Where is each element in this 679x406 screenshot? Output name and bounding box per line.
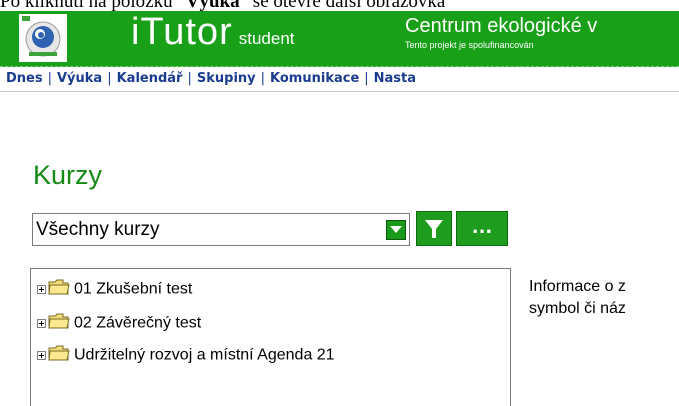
menu-separator: | — [364, 71, 369, 86]
course-select-value: Všechny kurzy — [36, 219, 160, 240]
eco-logo — [19, 14, 67, 62]
menu-item-kalendar[interactable]: Kalendář — [117, 71, 183, 86]
menu-item-komunikace[interactable]: Komunikace — [270, 71, 359, 86]
tree-item-label: 02 Závěrečný test — [74, 314, 202, 332]
menu-item-skupiny[interactable]: Skupiny — [197, 71, 256, 86]
tree-item-label: Udržitelný rozvoj a místní Agenda 21 — [74, 346, 335, 364]
page-title: Kurzy — [33, 160, 103, 190]
document-caption: Po kliknutí na položku “Výuka” se otevře… — [0, 0, 446, 12]
menu-item-dnes[interactable]: Dnes — [6, 71, 43, 86]
expand-icon[interactable] — [37, 285, 46, 294]
main-menu: Dnes | Výuka | Kalendář | Skupiny | Komunikace | N… — [0, 67, 679, 92]
folder-icon — [48, 313, 70, 334]
info-panel-text: Informace o z symbol či náz — [529, 276, 626, 320]
course-filter-select[interactable]: Všechny kurzy — [32, 213, 410, 246]
app-header: iTutor student Centrum ekologické v Tento… — [0, 11, 679, 67]
folder-icon — [48, 345, 70, 366]
more-options-button[interactable]: ... — [456, 211, 508, 246]
filter-button[interactable] — [416, 211, 452, 246]
dropdown-arrow-icon[interactable] — [386, 220, 406, 240]
expand-icon[interactable] — [37, 351, 46, 360]
brand-subtitle: student — [238, 29, 295, 48]
menu-item-nastaveni[interactable]: Nasta — [374, 71, 416, 86]
course-tree: 01 Zkušební test 02 Závěrečný test Udrži… — [30, 268, 511, 406]
centrum-heading: Centrum ekologické v Tento projekt je sp… — [405, 15, 597, 50]
tree-item[interactable]: 02 Závěrečný test — [37, 313, 201, 335]
brand-name: iTutor — [131, 11, 233, 53]
folder-icon — [48, 279, 70, 300]
centrum-subtitle: Tento projekt je spolufinancován — [405, 40, 534, 50]
tree-item-label: 01 Zkušební test — [74, 280, 193, 298]
tree-item[interactable]: 01 Zkušební test — [37, 279, 192, 301]
menu-separator: | — [107, 71, 112, 86]
tree-item[interactable]: Udržitelný rozvoj a místní Agenda 21 — [37, 345, 335, 367]
expand-icon[interactable] — [37, 319, 46, 328]
info-line-1: Informace o z — [529, 278, 626, 295]
menu-item-vyuka[interactable]: Výuka — [57, 71, 102, 86]
itutor-brand: iTutor student — [131, 11, 295, 54]
info-line-2: symbol či náz — [529, 300, 626, 317]
menu-separator: | — [260, 71, 266, 86]
menu-separator: | — [47, 71, 52, 86]
centrum-title: Centrum ekologické v — [405, 15, 598, 37]
funnel-icon — [425, 220, 443, 238]
menu-separator: | — [187, 71, 192, 86]
